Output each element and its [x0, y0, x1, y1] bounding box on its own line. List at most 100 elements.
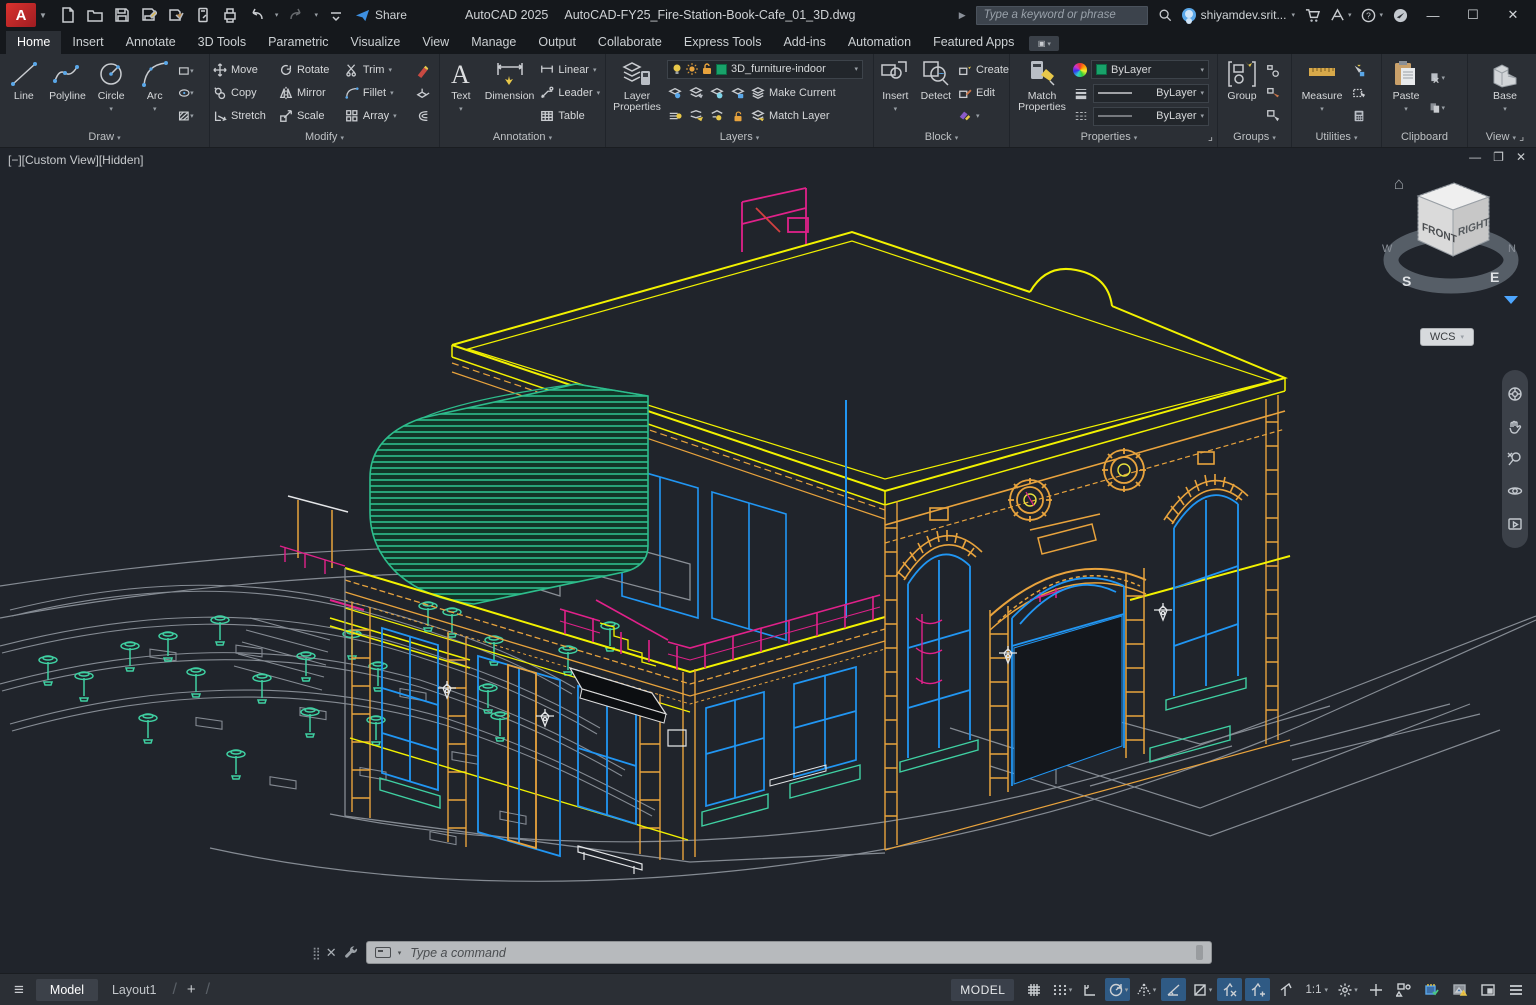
- table-button[interactable]: Table: [540, 107, 602, 126]
- tab-add-ins[interactable]: Add-ins: [772, 31, 836, 54]
- qat-customize-icon[interactable]: [327, 6, 345, 24]
- panel-properties-footer[interactable]: Properties ▾ ⌟: [1010, 130, 1217, 147]
- copy-clip-icon[interactable]: ▾: [1429, 100, 1445, 116]
- linetype-dropdown[interactable]: ByLayer ▾: [1093, 106, 1209, 126]
- panel-block-footer[interactable]: Block ▾: [874, 130, 1009, 147]
- ellipse-tool-icon[interactable]: ▾: [178, 85, 194, 101]
- isometric-drafting-toggle[interactable]: ▾: [1133, 978, 1158, 1001]
- hardware-acceleration-icon[interactable]: [1419, 978, 1444, 1001]
- panel-draw-footer[interactable]: Draw ▾: [0, 130, 209, 147]
- panel-layers-footer[interactable]: Layers ▾: [606, 130, 873, 147]
- tab-featured-apps[interactable]: Featured Apps: [922, 31, 1025, 54]
- full-navigation-wheel-icon[interactable]: [1507, 386, 1523, 402]
- layer-dropdown[interactable]: 3D_furniture-indoor ▾: [667, 59, 863, 79]
- layer-freeze-all-icon[interactable]: [709, 108, 725, 124]
- search-input[interactable]: [975, 5, 1148, 25]
- paste-button[interactable]: Paste ▾: [1385, 56, 1427, 130]
- search-icon[interactable]: [1158, 8, 1172, 22]
- object-snap-tracking-toggle[interactable]: [1161, 978, 1187, 1001]
- layer-unlock-all-icon[interactable]: [730, 108, 746, 124]
- model-tab[interactable]: Model: [35, 978, 98, 1001]
- layer-freeze-icon[interactable]: [709, 85, 725, 101]
- viewcube[interactable]: S E W N FRONT RIGHT: [1376, 166, 1526, 316]
- maximize-button[interactable]: ☐: [1458, 7, 1488, 23]
- command-input[interactable]: [408, 944, 1189, 961]
- command-prompt-icon[interactable]: [374, 947, 391, 958]
- clean-screen-icon[interactable]: [1475, 978, 1500, 1001]
- detect-block-button[interactable]: Detect: [916, 56, 956, 130]
- command-close-icon[interactable]: ✕: [326, 945, 337, 961]
- rotate-button[interactable]: Rotate: [279, 60, 343, 79]
- tab-visualize[interactable]: Visualize: [340, 31, 412, 54]
- stretch-button[interactable]: Stretch: [213, 107, 277, 126]
- object-color-dropdown[interactable]: ByLayer ▾: [1091, 60, 1209, 80]
- account-menu[interactable]: shiyamdev.srit... ▾: [1181, 8, 1295, 22]
- match-layer-button[interactable]: Match Layer: [751, 107, 830, 126]
- copy-button[interactable]: Copy: [213, 84, 277, 103]
- panel-utilities-footer[interactable]: Utilities ▾: [1292, 130, 1381, 147]
- lineweight-dropdown[interactable]: ByLayer ▾: [1093, 83, 1209, 103]
- create-block-button[interactable]: Create: [958, 60, 1009, 79]
- crosshair-units-icon[interactable]: [1363, 978, 1388, 1001]
- move-button[interactable]: Move: [213, 60, 277, 79]
- annotation-visibility-toggle[interactable]: [1217, 978, 1243, 1001]
- app-menu-caret-icon[interactable]: ▼: [39, 11, 47, 20]
- feedback-icon[interactable]: [1393, 8, 1408, 23]
- panel-modify-footer[interactable]: Modify ▾: [210, 130, 439, 147]
- tab-home[interactable]: Home: [6, 31, 62, 54]
- cut-icon[interactable]: ▾: [1429, 70, 1445, 86]
- edit-attributes-icon[interactable]: ▾: [958, 107, 1006, 126]
- layer-on-all-icon[interactable]: [667, 108, 683, 124]
- linear-button[interactable]: Linear ▾: [540, 60, 602, 79]
- layer-thaw-icon[interactable]: [688, 108, 704, 124]
- array-button[interactable]: Array ▾: [345, 107, 413, 126]
- line-button[interactable]: Line: [3, 56, 45, 130]
- trim-button[interactable]: Trim ▾: [345, 60, 413, 79]
- linetype-icon[interactable]: [1073, 108, 1089, 124]
- annotation-scale-value[interactable]: 1:1 ▾: [1301, 984, 1332, 996]
- polar-tracking-toggle[interactable]: ▾: [1105, 978, 1131, 1001]
- model-space-toggle[interactable]: MODEL: [951, 978, 1015, 1001]
- ortho-mode-toggle[interactable]: [1077, 978, 1102, 1001]
- orbit-icon[interactable]: [1507, 483, 1523, 499]
- panel-groups-footer[interactable]: Groups ▾: [1218, 130, 1291, 147]
- erase-icon[interactable]: [415, 63, 431, 79]
- viewport-label[interactable]: [−][Custom View][Hidden]: [8, 153, 144, 167]
- measure-button[interactable]: Measure ▾: [1295, 56, 1349, 130]
- insert-block-button[interactable]: Insert ▾: [877, 56, 914, 130]
- undo-icon[interactable]: [248, 6, 266, 24]
- tab-annotate[interactable]: Annotate: [115, 31, 187, 54]
- ungroup-icon[interactable]: [1265, 63, 1281, 79]
- share-button[interactable]: Share: [355, 8, 407, 23]
- tab-collaborate[interactable]: Collaborate: [587, 31, 673, 54]
- tab-automation[interactable]: Automation: [837, 31, 922, 54]
- layer-off-icon[interactable]: [667, 85, 683, 101]
- save-icon[interactable]: [113, 6, 131, 24]
- search-history-caret-icon[interactable]: ▶: [959, 10, 966, 21]
- match-properties-button[interactable]: Match Properties: [1013, 56, 1071, 130]
- save-as-icon[interactable]: [140, 6, 158, 24]
- graphics-performance-icon[interactable]: [1447, 978, 1472, 1001]
- command-customize-wrench-icon[interactable]: [344, 945, 359, 960]
- isolate-objects-icon[interactable]: [1391, 978, 1416, 1001]
- panel-annotation-footer[interactable]: Annotation ▾: [440, 130, 605, 147]
- group-select-icon[interactable]: [1265, 108, 1281, 124]
- close-button[interactable]: ✕: [1498, 7, 1528, 23]
- make-current-button[interactable]: Make Current: [751, 83, 836, 102]
- new-file-icon[interactable]: [59, 6, 77, 24]
- pan-hand-icon[interactable]: [1507, 419, 1523, 435]
- snap-mode-toggle[interactable]: ▾: [1049, 978, 1074, 1001]
- redo-icon[interactable]: [287, 6, 305, 24]
- annotation-autoscale-toggle[interactable]: [1245, 978, 1271, 1001]
- batch-save-icon[interactable]: [167, 6, 185, 24]
- color-wheel-icon[interactable]: [1073, 62, 1087, 77]
- properties-expander-icon[interactable]: ⌟: [1208, 130, 1213, 145]
- lineweight-icon[interactable]: [1073, 85, 1089, 101]
- text-button[interactable]: A Text ▾: [443, 56, 479, 130]
- redo-caret-icon[interactable]: ▾: [314, 11, 318, 19]
- layout-menu-icon[interactable]: ≡: [0, 980, 36, 1000]
- customization-menu-icon[interactable]: [1503, 978, 1528, 1001]
- layer-lock-icon[interactable]: [730, 85, 746, 101]
- layer-properties-button[interactable]: Layer Properties: [609, 56, 665, 130]
- vp-close-icon[interactable]: ✕: [1516, 150, 1526, 164]
